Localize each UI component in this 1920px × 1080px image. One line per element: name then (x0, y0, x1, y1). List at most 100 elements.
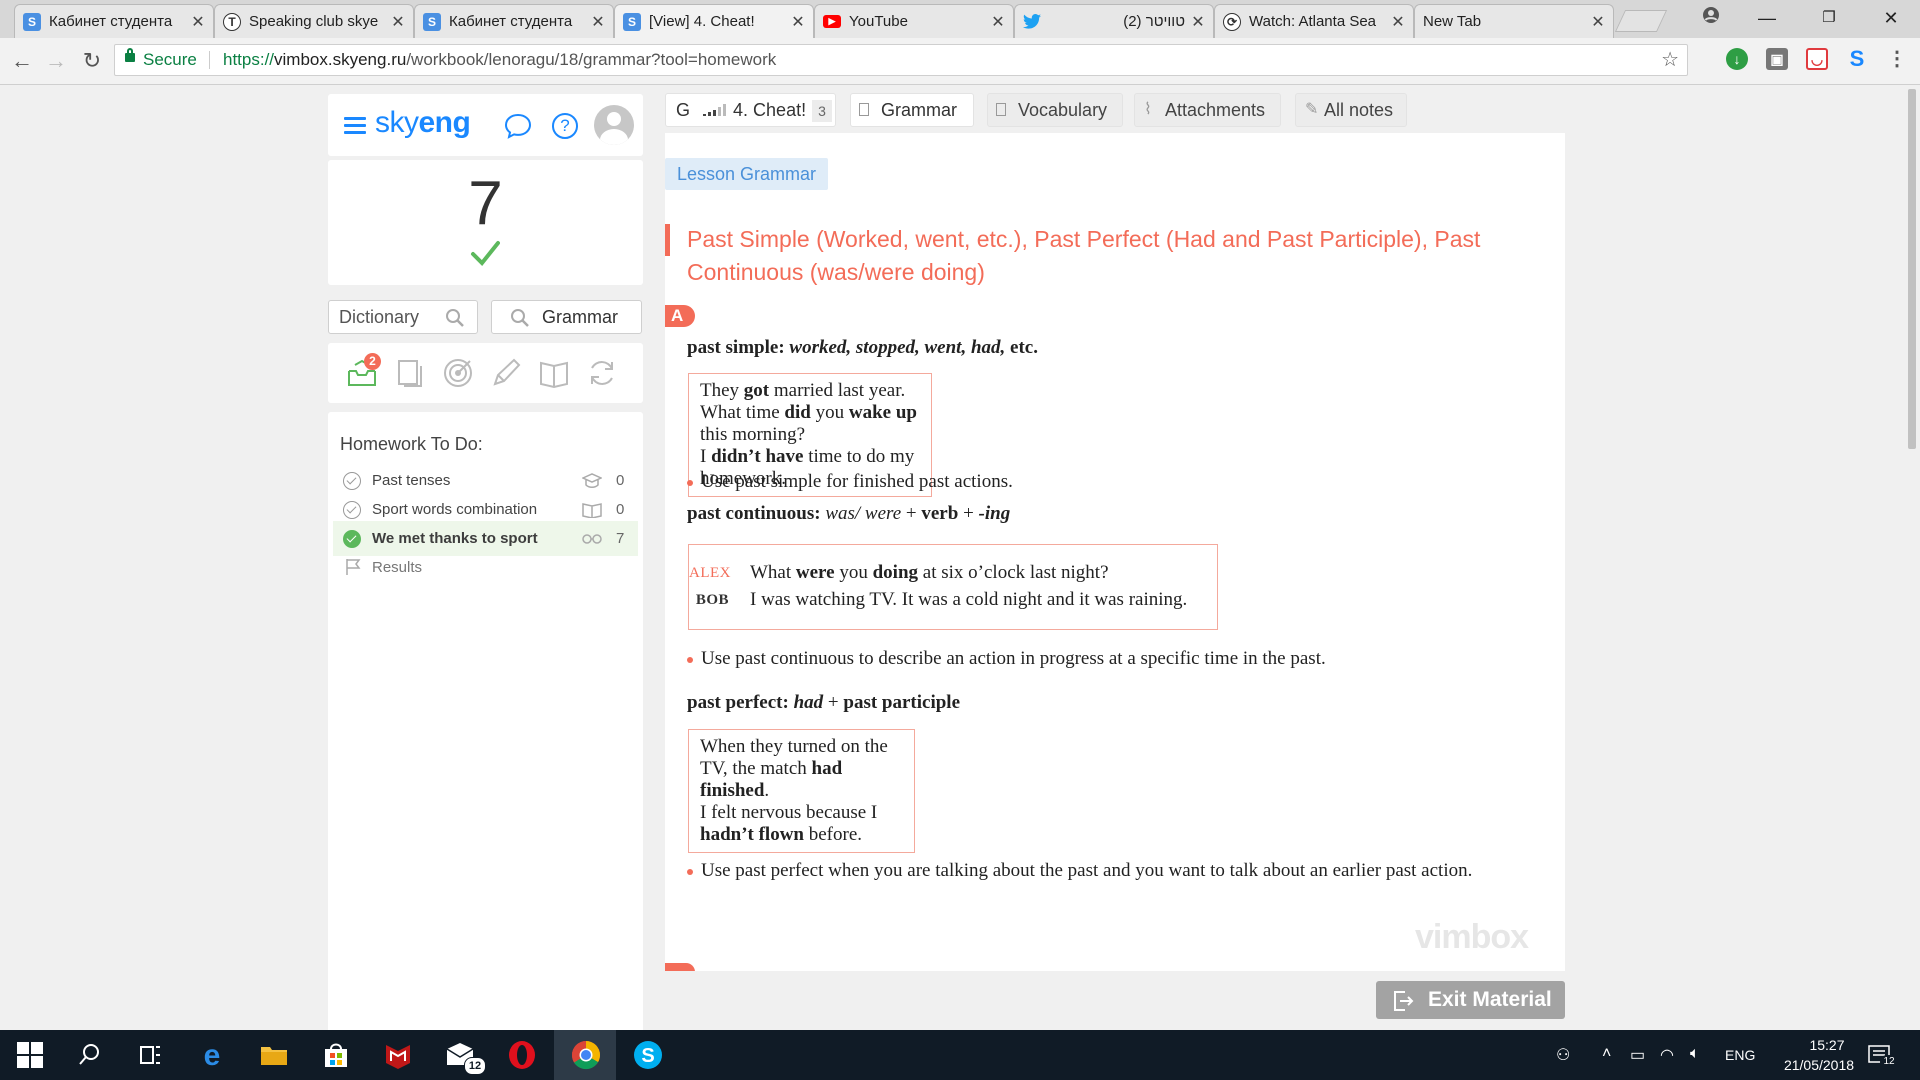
browser-tab[interactable]: T Speaking club skye ✕ (214, 4, 414, 38)
avatar[interactable] (594, 105, 634, 145)
forward-button[interactable]: → (42, 47, 70, 75)
homework-item-label: We met thanks to sport (372, 530, 538, 547)
reload-button[interactable]: ↻ (78, 47, 106, 75)
exit-material-button[interactable]: Exit Material (1376, 981, 1565, 1019)
skyeng-logo[interactable]: skyeng (375, 106, 471, 140)
url-text[interactable]: https://vimbox.skyeng.ru/workbook/lenora… (223, 45, 776, 75)
level-bars-icon (703, 104, 727, 116)
close-icon[interactable]: ✕ (991, 12, 1005, 32)
wifi-icon[interactable]: ◠ (1660, 1045, 1674, 1065)
menu-dots-icon[interactable]: ⋮ (1886, 48, 1908, 70)
pencil-icon[interactable] (490, 357, 522, 389)
past-continuous-heading: past continuous: was/ were + verb + -ing (687, 503, 1010, 525)
page-icon (859, 103, 869, 116)
close-window-button[interactable]: ✕ (1868, 4, 1914, 32)
dictionary-search-input[interactable]: Dictionary (328, 300, 478, 334)
volume-icon[interactable]: 🔈︎ (1690, 1045, 1700, 1063)
dialogue-line: What were you doing at six o’clock last … (750, 562, 1109, 583)
dialogue-line: I was watching TV. It was a cold night a… (750, 589, 1188, 610)
chrome-icon[interactable] (570, 1039, 602, 1071)
search-icon[interactable] (74, 1039, 106, 1071)
results-link[interactable]: Results (333, 550, 638, 585)
battery-icon[interactable]: ▭ (1630, 1045, 1645, 1065)
browser-tab-active[interactable]: S [View] 4. Cheat! ✕ (614, 4, 814, 38)
speaker-name: ALEX (689, 565, 731, 581)
restore-button[interactable]: ❐ (1806, 4, 1852, 32)
browser-tab[interactable]: ▶ YouTube ✕ (814, 4, 1014, 38)
bookmark-star-icon[interactable]: ☆ (1661, 45, 1679, 75)
address-bar[interactable]: Secure https://vimbox.skyeng.ru/workbook… (114, 44, 1688, 76)
score-card: 7 (328, 160, 643, 285)
copy-pages-icon[interactable] (394, 357, 426, 389)
vimbox-watermark: vimbox (1415, 918, 1529, 956)
close-icon[interactable]: ✕ (1191, 12, 1205, 32)
file-explorer-icon[interactable] (258, 1039, 290, 1071)
tab-lesson[interactable]: G 4. Cheat! 3 (665, 93, 836, 127)
homework-item-label: Past tenses (372, 472, 451, 489)
homework-item-count: 0 (616, 501, 625, 518)
glasses-icon (582, 534, 602, 544)
task-view-icon[interactable] (134, 1039, 166, 1071)
tab-grammar[interactable]: Grammar (850, 93, 974, 127)
book-icon[interactable] (538, 357, 570, 389)
browser-tab[interactable]: טוויטר (2) ✕ (1014, 4, 1214, 38)
chevron-up-icon[interactable]: ˄ (1602, 1045, 1611, 1063)
tab-attachments[interactable]: ⌇ Attachments (1134, 93, 1281, 127)
mail-icon[interactable]: 12 (444, 1039, 486, 1075)
browser-tab-title: Watch: Atlanta Sea (1249, 13, 1377, 30)
language-indicator[interactable]: ENG (1725, 1047, 1755, 1063)
book-icon (582, 503, 602, 518)
skype-icon[interactable]: S (632, 1039, 664, 1071)
clock-time[interactable]: 15:27 (1792, 1037, 1862, 1053)
tools-card: 2 (328, 343, 643, 403)
edge-icon[interactable]: e (196, 1039, 228, 1072)
clock-date[interactable]: 21/05/2018 (1764, 1057, 1874, 1073)
new-tab-button[interactable] (1614, 10, 1668, 32)
lesson-count-badge: 3 (812, 100, 832, 122)
hamburger-menu-icon[interactable] (344, 117, 366, 135)
homework-inbox-icon[interactable]: 2 (346, 353, 381, 389)
target-icon[interactable] (442, 357, 474, 389)
past-perfect-examples: When they turned on the TV, the match ha… (688, 729, 915, 853)
chat-icon[interactable] (504, 113, 532, 139)
past-simple-heading: past simple: worked, stopped, went, had,… (687, 337, 1038, 359)
grammar-search-button[interactable]: Grammar (491, 300, 642, 334)
section-a-marker: A (665, 305, 695, 327)
search-icon (446, 309, 464, 327)
close-icon[interactable]: ✕ (1391, 12, 1405, 32)
store-icon[interactable] (320, 1039, 352, 1071)
extension-bag-icon[interactable]: ▣ (1766, 48, 1788, 70)
page-icon (996, 103, 1006, 116)
skyeng-extension-icon[interactable]: S (1846, 48, 1868, 70)
pocket-icon[interactable]: ◡ (1806, 48, 1828, 70)
check-circle-icon (343, 501, 361, 519)
close-icon[interactable]: ✕ (391, 12, 405, 32)
close-icon[interactable]: ✕ (591, 12, 605, 32)
refresh-icon[interactable] (586, 357, 618, 389)
skyeng-s-icon: S (623, 12, 641, 31)
tab-all-notes[interactable]: ✎ All notes (1295, 93, 1407, 127)
browser-tab[interactable]: S Кабинет студента ✕ (14, 4, 214, 38)
flag-icon (346, 559, 361, 575)
help-icon[interactable]: ? (552, 113, 578, 139)
windows-start-icon[interactable] (14, 1039, 46, 1071)
close-icon[interactable]: ✕ (791, 12, 805, 32)
extension-download-icon[interactable]: ↓ (1726, 48, 1748, 70)
tab-vocabulary[interactable]: Vocabulary (987, 93, 1123, 127)
browser-tab[interactable]: S Кабинет студента ✕ (414, 4, 614, 38)
page-scrollbar[interactable] (1904, 85, 1920, 1030)
notifications-icon[interactable]: 12 (1868, 1045, 1898, 1072)
close-icon[interactable]: ✕ (191, 12, 205, 32)
close-icon[interactable]: ✕ (1591, 12, 1605, 32)
browser-tab[interactable]: ⟳ Watch: Atlanta Sea ✕ (1214, 4, 1414, 38)
scrollbar-thumb[interactable] (1908, 89, 1916, 449)
browser-tab[interactable]: New Tab ✕ (1414, 4, 1614, 38)
back-button[interactable]: ← (8, 47, 36, 75)
browser-tab-title: טוויטר (2) (1123, 13, 1185, 30)
people-icon[interactable]: ⚇ (1556, 1045, 1570, 1065)
mcafee-icon[interactable] (382, 1039, 414, 1071)
opera-icon[interactable] (506, 1039, 538, 1071)
browser-toolbar: ← → ↻ Secure https://vimbox.skyeng.ru/wo… (0, 38, 1920, 85)
profile-icon[interactable] (1688, 4, 1734, 32)
minimize-button[interactable]: — (1744, 4, 1790, 32)
